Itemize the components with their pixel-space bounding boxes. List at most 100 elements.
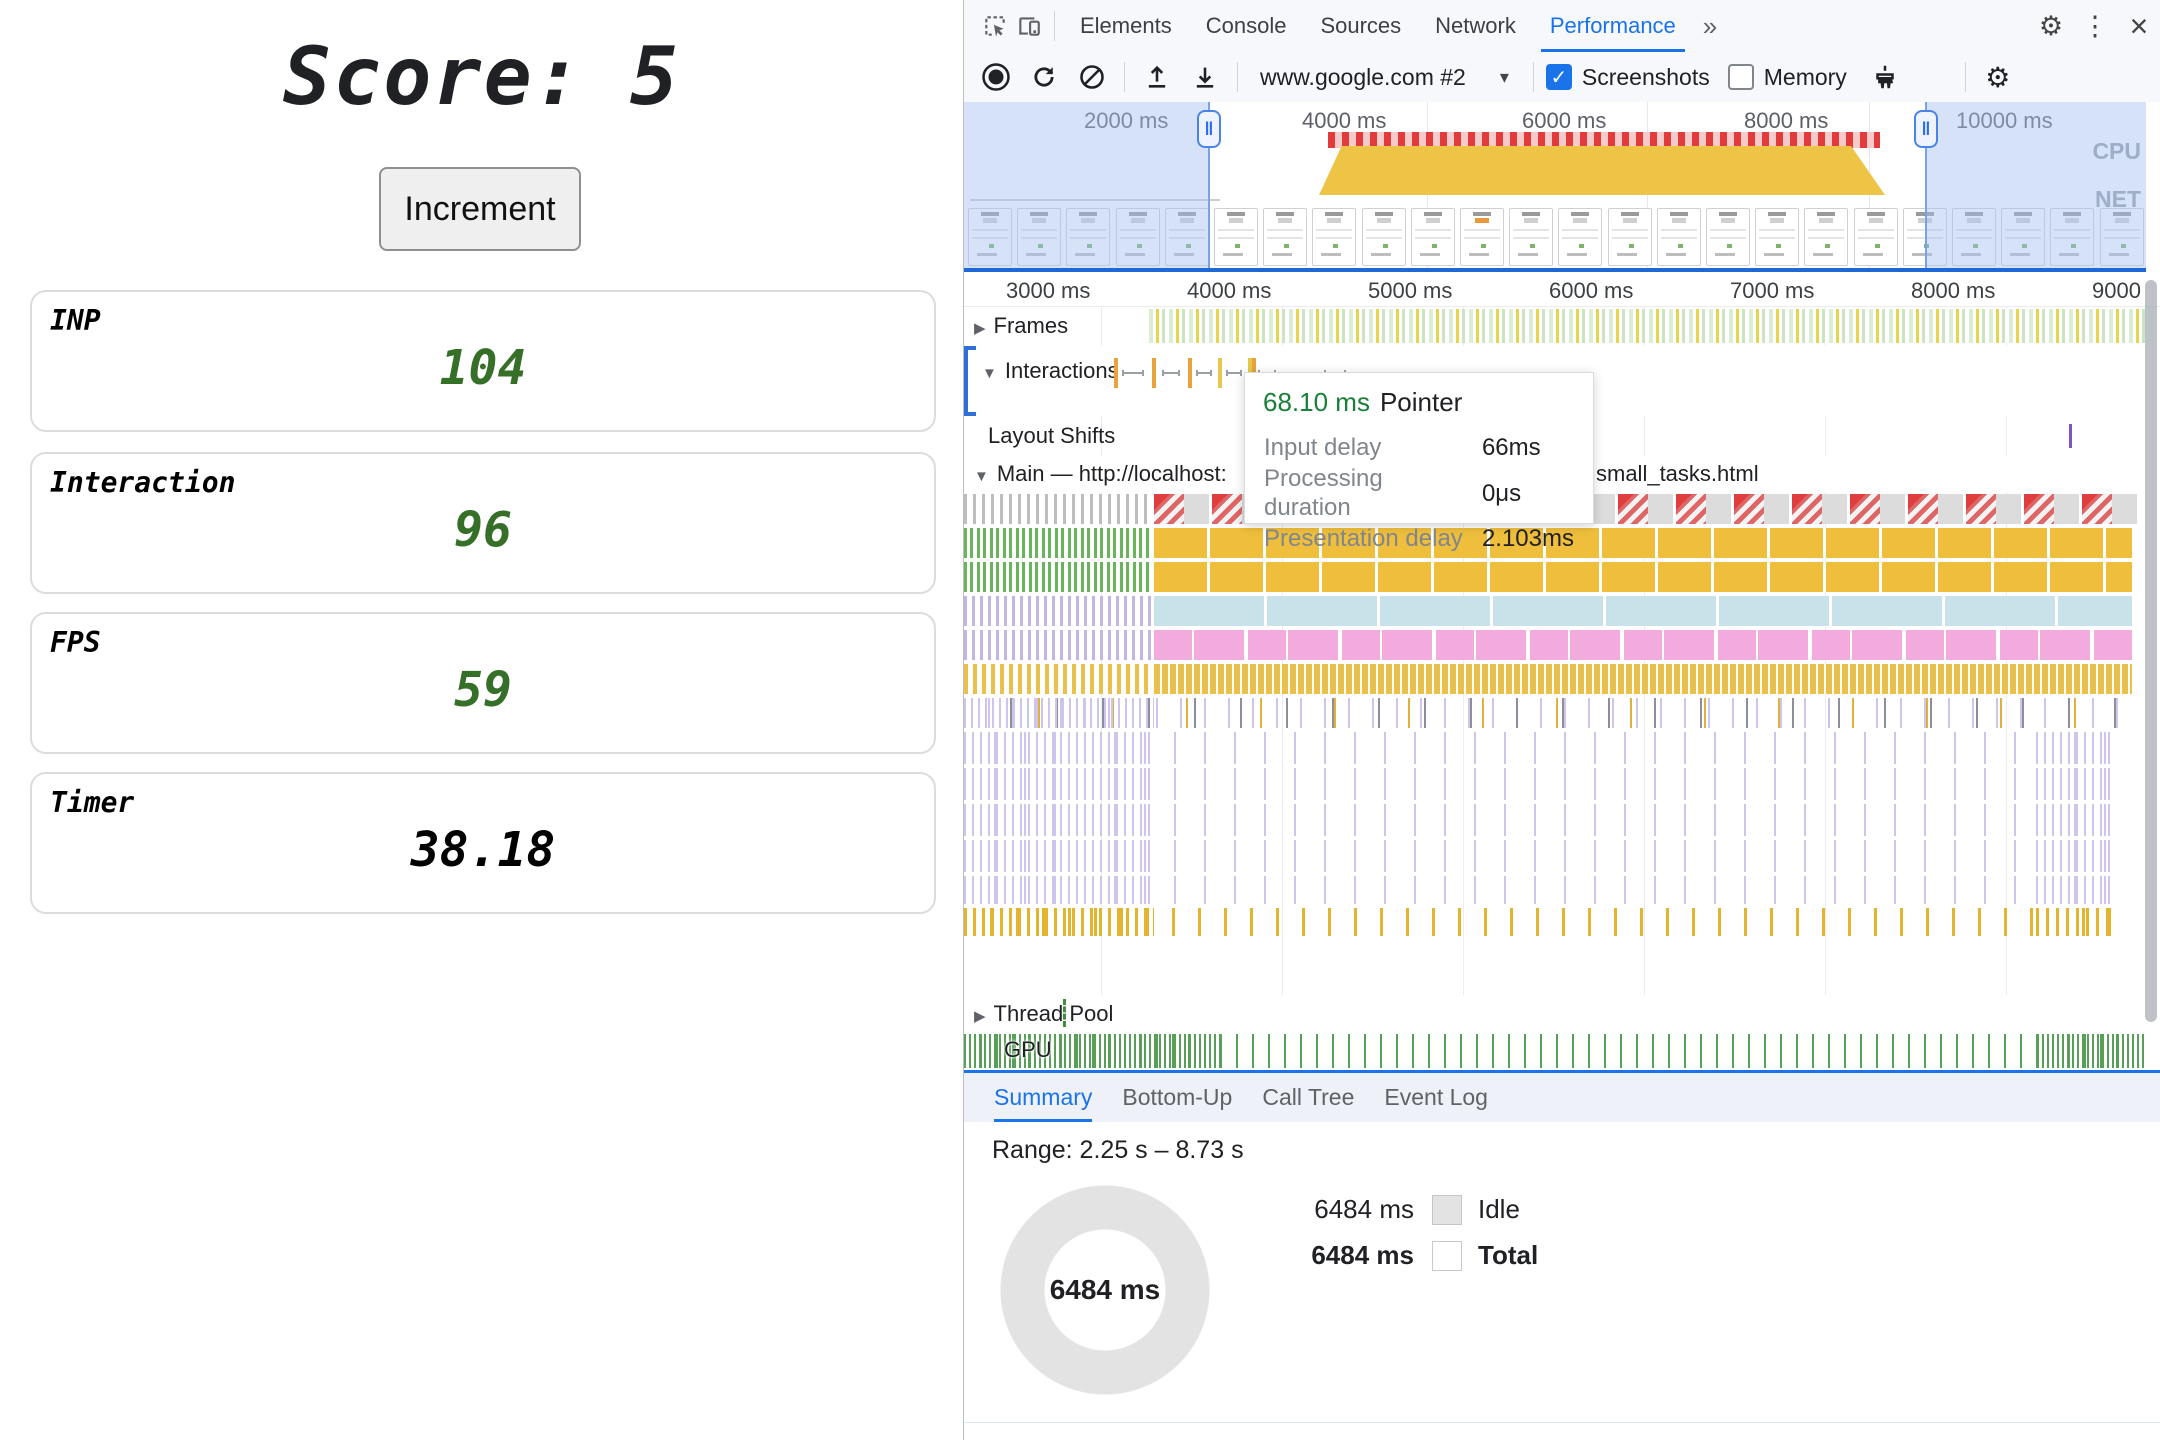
flame-row-scripting[interactable]	[964, 662, 2146, 696]
reload-record-icon[interactable]	[1020, 57, 1068, 97]
long-task-bar[interactable]	[2024, 494, 2079, 524]
interaction-marker[interactable]	[1114, 358, 1118, 388]
screenshot-thumb[interactable]	[1361, 208, 1406, 266]
track-frames[interactable]: ▶ Frames	[964, 306, 2160, 347]
upload-profile-icon[interactable]	[1133, 57, 1181, 97]
axis-tick: 8000 ms	[1911, 278, 1996, 303]
flame-row-misc[interactable]	[964, 696, 2146, 730]
gpu-activity[interactable]	[964, 1034, 2147, 1068]
divider	[1532, 62, 1534, 92]
interaction-marker[interactable]	[1152, 358, 1156, 388]
tab-elements[interactable]: Elements	[1063, 0, 1189, 52]
screenshot-thumb[interactable]	[1410, 208, 1455, 266]
layout-shift-event[interactable]	[2069, 424, 2072, 448]
tab-call-tree[interactable]: Call Tree	[1262, 1073, 1354, 1122]
screenshot-thumb[interactable]	[1214, 208, 1258, 266]
long-task-bar[interactable]	[1154, 494, 1209, 524]
score-heading: Score: 5	[0, 30, 963, 123]
tab-sources[interactable]: Sources	[1303, 0, 1418, 52]
tooltip-row-value: 2.103ms	[1481, 525, 1574, 552]
axis-tick: 4000 ms	[1187, 278, 1272, 303]
timeline-overview[interactable]: 2000 ms 4000 ms 6000 ms 8000 ms 10000 ms…	[964, 102, 2160, 268]
flame-row-compile[interactable]	[964, 594, 2146, 628]
tab-network[interactable]: Network	[1418, 0, 1533, 52]
clear-icon[interactable]	[1068, 57, 1116, 97]
screenshots-checkbox[interactable]: ✓	[1545, 64, 1572, 90]
selection-handle-right[interactable]: ‖	[1914, 110, 1938, 148]
flame-row-sparse[interactable]	[964, 766, 2146, 802]
screenshot-thumb[interactable]	[1755, 208, 1800, 266]
expand-arrow-icon[interactable]: ▶	[974, 320, 986, 337]
summary-donut-chart: 6484 ms	[999, 1184, 1211, 1396]
collect-garbage-icon[interactable]	[1861, 57, 1909, 97]
long-task-bar[interactable]	[2082, 494, 2137, 524]
history-select[interactable]: www.google.com #2	[1260, 64, 1466, 91]
interaction-marker[interactable]	[1162, 370, 1180, 376]
flame-row-gc[interactable]	[964, 906, 2146, 938]
long-task-bar[interactable]	[1734, 494, 1789, 524]
settings-gear-icon[interactable]: ⚙	[2029, 11, 2073, 42]
vertical-scrollbar[interactable]	[2145, 280, 2157, 1022]
screenshot-thumb[interactable]	[1804, 208, 1849, 266]
flame-row-events[interactable]	[964, 628, 2146, 662]
tooltip-row-label: Processing duration	[1264, 465, 1383, 521]
device-toolbar-icon[interactable]	[1012, 9, 1046, 43]
long-task-bar[interactable]	[1676, 494, 1731, 524]
frames-activity[interactable]	[1149, 309, 2145, 343]
screenshot-thumb[interactable]	[1607, 208, 1652, 266]
track-gpu[interactable]: GPU	[964, 1032, 2160, 1073]
interaction-marker[interactable]	[1218, 358, 1222, 388]
screenshot-thumb[interactable]	[1263, 208, 1308, 266]
tab-bottom-up[interactable]: Bottom-Up	[1122, 1073, 1232, 1122]
long-task-bar[interactable]	[1792, 494, 1847, 524]
capture-settings-gear-icon[interactable]: ⚙	[1974, 61, 2022, 94]
screenshot-thumb[interactable]	[1706, 208, 1750, 266]
screenshot-thumb[interactable]	[1460, 208, 1504, 266]
inspect-element-icon[interactable]	[978, 9, 1012, 43]
collapse-arrow-icon[interactable]: ▼	[982, 365, 997, 382]
increment-button[interactable]: Increment	[379, 167, 581, 251]
more-tabs-icon[interactable]: »	[1693, 11, 1727, 42]
demo-page: Score: 5 Increment INP 104 Interaction 96…	[0, 0, 963, 1440]
track-thread-pool[interactable]: ▶ Thread Pool	[964, 995, 2160, 1032]
long-task-bar[interactable]	[1966, 494, 2021, 524]
tab-performance[interactable]: Performance	[1533, 0, 1693, 52]
collapse-arrow-icon[interactable]: ▼	[974, 468, 989, 485]
close-icon[interactable]: ×	[2117, 8, 2160, 45]
interaction-marker[interactable]	[1188, 358, 1192, 388]
tab-event-log[interactable]: Event Log	[1384, 1073, 1488, 1122]
tab-summary[interactable]: Summary	[994, 1073, 1093, 1122]
chevron-down-icon[interactable]: ▾	[1500, 67, 1509, 88]
screenshot-thumb[interactable]	[1509, 208, 1554, 266]
screenshot-thumb[interactable]	[1558, 208, 1603, 266]
memory-checkbox[interactable]	[1727, 64, 1754, 90]
screenshot-thumb[interactable]	[1853, 208, 1898, 266]
flame-row-sparse[interactable]	[964, 802, 2146, 838]
tooltip-row-label: Input delay	[1264, 434, 1382, 461]
kebab-menu-icon[interactable]: ⋮	[2073, 11, 2117, 42]
record-icon[interactable]	[972, 57, 1020, 97]
download-profile-icon[interactable]	[1181, 57, 1229, 97]
flame-row-timers[interactable]	[964, 560, 2146, 594]
screenshots-label[interactable]: Screenshots	[1582, 64, 1710, 91]
memory-label[interactable]: Memory	[1764, 64, 1847, 91]
divider	[1964, 62, 1966, 92]
tab-console[interactable]: Console	[1189, 0, 1304, 52]
long-task-bar[interactable]	[1850, 494, 1905, 524]
score-label: Score:	[282, 30, 584, 123]
expand-arrow-icon[interactable]: ▶	[974, 1008, 986, 1025]
flame-row-sparse[interactable]	[964, 874, 2146, 906]
overview-tick: 8000 ms	[1744, 108, 1829, 133]
screenshot-thumb[interactable]	[1312, 208, 1357, 266]
screenshot-thumb[interactable]	[1656, 208, 1701, 266]
flame-row-sparse[interactable]	[964, 838, 2146, 874]
flame-row-sparse[interactable]	[964, 730, 2146, 766]
long-task-bar[interactable]	[1908, 494, 1963, 524]
long-task-bar[interactable]	[1618, 494, 1673, 524]
divider	[964, 1422, 2160, 1423]
selection-handle-left[interactable]: ‖	[1197, 110, 1221, 148]
interaction-marker[interactable]	[1196, 370, 1212, 376]
interaction-marker[interactable]	[1122, 370, 1144, 376]
metric-label: Interaction	[50, 466, 236, 499]
interaction-marker[interactable]	[1226, 370, 1242, 376]
